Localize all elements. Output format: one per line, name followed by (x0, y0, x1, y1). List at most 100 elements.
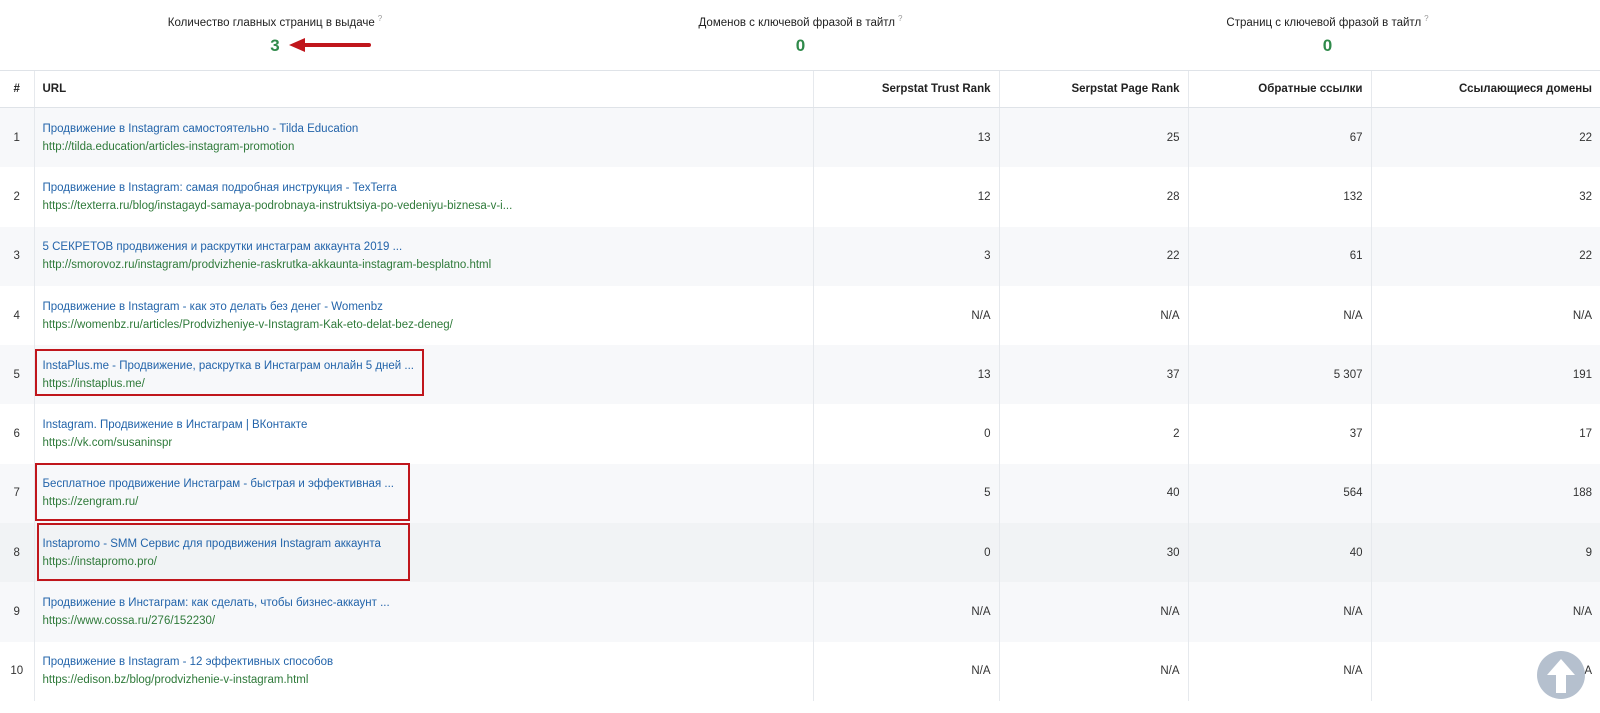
backlinks-cell: 61 (1188, 226, 1372, 286)
red-arrow-left-icon (289, 38, 371, 52)
table-row: 2 Продвижение в Instagram: самая подробна… (0, 167, 1600, 227)
metric-main-pages-label: Количество главных страниц в выдаче (167, 16, 375, 29)
url-cell: Продвижение в Instagram - как это делать… (34, 285, 814, 346)
row-number: 7 (0, 463, 35, 524)
scroll-to-top-button[interactable] (1537, 651, 1585, 699)
table-row: 9 Продвижение в Инстаграм: как сделать, ч… (0, 582, 1600, 642)
trust-rank-cell: 13 (813, 107, 1000, 168)
trust-rank-cell: 13 (813, 345, 1000, 405)
ref-domains-cell: 32 (1579, 190, 1592, 203)
table-row: 10 Продвижение в Instagram - 12 эффективн… (0, 641, 1600, 701)
result-title-link[interactable]: InstaPlus.me - Продвижение, раскрутка в … (43, 357, 805, 375)
page-rank-cell: N/A (999, 582, 1189, 642)
ref-domains-cell: 9 (1371, 523, 1600, 583)
page-rank-cell: 22 (999, 226, 1189, 286)
table-row: 3 5 СЕКРЕТОВ продвижения и раскрутки инст… (0, 226, 1600, 286)
result-title-link[interactable]: Продвижение в Instagram - как это делать… (43, 298, 805, 316)
row-number: 4 (0, 285, 35, 346)
result-title-link[interactable]: Продвижение в Instagram самостоятельно -… (43, 120, 805, 138)
metric-pages-title-value: 0 (1322, 35, 1333, 55)
column-header-num[interactable]: # (0, 71, 35, 108)
metric-pages-title: Страниц с ключевой фразой в тайтл? 0 (1220, 14, 1435, 56)
ref-domains-cell: 22 (1371, 226, 1600, 286)
url-cell: Instagram. Продвижение в Инстаграм | ВКо… (34, 404, 814, 464)
ref-domains-cell: 22 (1371, 107, 1600, 168)
column-header-url[interactable]: URL (34, 71, 814, 108)
result-url-link[interactable]: https://edison.bz/blog/prodvizhenie-v-in… (43, 671, 805, 689)
metric-domains-title-label: Доменов с ключевой фразой в тайтл (698, 16, 896, 29)
result-url-link[interactable]: https://womenbz.ru/articles/Prodvizheniy… (43, 316, 805, 334)
trust-rank-cell: 5 (813, 463, 1000, 524)
ref-domains-cell: 191 (1371, 345, 1600, 405)
ref-domains-cell: 188 (1371, 463, 1600, 524)
url-cell: Продвижение в Instagram - 12 эффективных… (34, 641, 814, 701)
result-url-link[interactable]: https://texterra.ru/blog/instagayd-samay… (43, 197, 805, 215)
row-number: 10 (0, 641, 35, 701)
help-icon[interactable]: ? (378, 14, 382, 23)
table-row: 6 Instagram. Продвижение в Инстаграм | ВК… (0, 404, 1600, 464)
trust-rank-cell: N/A (813, 582, 1000, 642)
page-rank-cell: N/A (999, 641, 1189, 701)
ref-domains-cell: N/A (1371, 582, 1600, 642)
trust-rank-cell: N/A (813, 285, 1000, 346)
column-header-backlinks[interactable]: Обратные ссылки (1188, 71, 1372, 108)
row-number: 8 (0, 523, 35, 583)
result-url-link[interactable]: http://smorovoz.ru/instagram/prodvizheni… (43, 256, 805, 274)
result-title-link[interactable]: Instapromo - SMM Сервис для продвижения … (43, 535, 805, 553)
result-title-link[interactable]: Instagram. Продвижение в Инстаграм | ВКо… (43, 416, 805, 434)
result-url-link[interactable]: http://tilda.education/articles-instagra… (43, 138, 805, 156)
backlinks-cell: N/A (1188, 582, 1372, 642)
trust-rank-cell: 12 (813, 167, 1000, 227)
column-header-ref-domains[interactable]: Ссылающиеся домены (1371, 71, 1600, 108)
page-rank-cell: N/A (999, 285, 1189, 346)
metric-domains-title: Доменов с ключевой фразой в тайтл? 0 (693, 14, 908, 56)
trust-rank-cell: 0 (813, 404, 1000, 464)
metric-domains-title-value: 0 (795, 35, 806, 55)
result-url-link[interactable]: https://zengram.ru/ (43, 493, 805, 511)
table-row: 5 InstaPlus.me - Продвижение, раскрутка в… (0, 345, 1600, 405)
trust-rank-cell: N/A (813, 641, 1000, 701)
table-row: 4 Продвижение в Instagram - как это делат… (0, 285, 1600, 346)
column-header-page-rank[interactable]: Serpstat Page Rank (999, 71, 1189, 108)
page-rank-cell: 37 (999, 345, 1189, 405)
help-icon[interactable]: ? (1424, 14, 1428, 23)
backlinks-cell: N/A (1188, 285, 1372, 346)
result-title-link[interactable]: Продвижение в Инстаграм: как сделать, чт… (43, 594, 805, 612)
arrow-up-icon (1547, 659, 1575, 693)
result-url-link[interactable]: https://instapromo.pro/ (43, 553, 805, 571)
row-number: 3 (0, 226, 35, 286)
ref-domains-cell: N/A (1572, 309, 1592, 322)
page-rank-cell: 2 (999, 404, 1189, 464)
result-url-link[interactable]: https://vk.com/susaninspr (43, 434, 805, 452)
result-url-link[interactable]: https://instaplus.me/ (43, 375, 805, 393)
url-cell: Продвижение в Инстаграм: как сделать, чт… (34, 582, 814, 642)
row-number: 5 (0, 345, 35, 405)
summary-panel: Количество главных страниц в выдаче? 3 Д… (0, 0, 1600, 71)
table-row: 7 Бесплатное продвижение Инстаграм - быст… (0, 463, 1600, 524)
page-rank-cell: 30 (999, 523, 1189, 583)
trust-rank-cell: 3 (813, 226, 1000, 286)
backlinks-cell: 132 (1188, 167, 1372, 227)
column-header-trust-rank[interactable]: Serpstat Trust Rank (813, 71, 1000, 108)
backlinks-cell: 40 (1188, 523, 1372, 583)
result-title-link[interactable]: Продвижение в Instagram - 12 эффективных… (43, 653, 805, 671)
result-url-link[interactable]: https://www.cossa.ru/276/152230/ (43, 612, 805, 630)
table-row: 1 Продвижение в Instagram самостоятельно … (0, 107, 1600, 168)
help-icon[interactable]: ? (898, 14, 902, 23)
page-rank-cell: 28 (999, 167, 1189, 227)
result-title-link[interactable]: Бесплатное продвижение Инстаграм - быстр… (43, 475, 805, 493)
row-number: 9 (0, 582, 35, 642)
page-rank-cell: 40 (999, 463, 1189, 524)
page-rank-cell: 25 (999, 107, 1189, 168)
row-number: 6 (0, 404, 35, 464)
url-cell: Instapromo - SMM Сервис для продвижения … (34, 523, 814, 583)
url-cell: InstaPlus.me - Продвижение, раскрутка в … (34, 345, 814, 405)
results-table: # URL Serpstat Trust Rank Serpstat Page … (0, 71, 1600, 701)
trust-rank-cell: 0 (813, 523, 1000, 583)
backlinks-cell: N/A (1188, 641, 1372, 701)
result-title-link[interactable]: 5 СЕКРЕТОВ продвижения и раскрутки инста… (43, 238, 805, 256)
ref-domains-cell: 17 (1579, 428, 1592, 441)
result-title-link[interactable]: Продвижение в Instagram: самая подробная… (43, 179, 805, 197)
url-cell: 5 СЕКРЕТОВ продвижения и раскрутки инста… (34, 226, 814, 286)
table-row: 8 Instapromo - SMM Сервис для продвижения… (0, 523, 1600, 583)
